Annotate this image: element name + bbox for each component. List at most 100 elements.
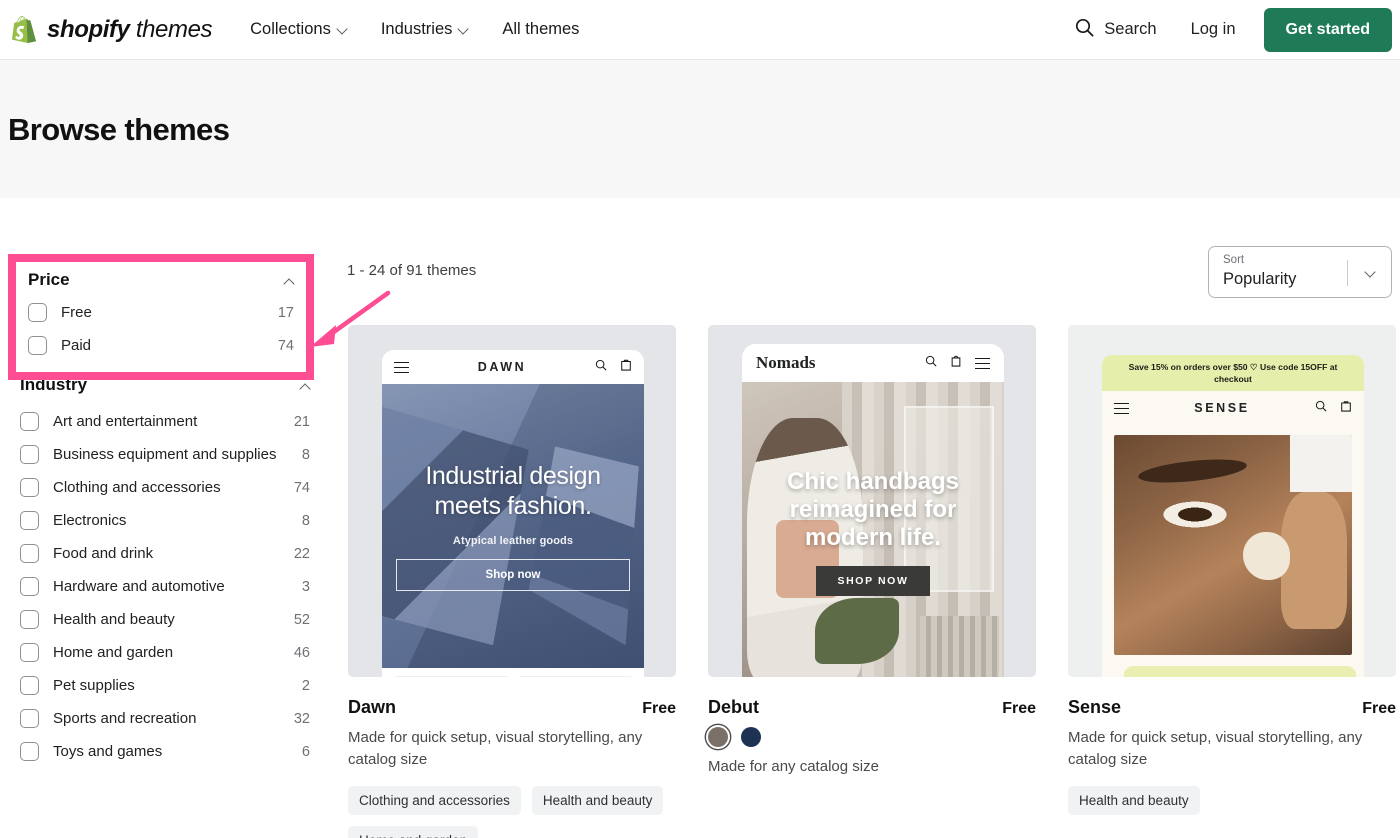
filter-option-label: Food and drink (53, 545, 154, 562)
get-started-button[interactable]: Get started (1263, 7, 1392, 52)
theme-tag[interactable]: Clothing and accessories (348, 785, 521, 815)
checkbox[interactable] (20, 742, 39, 761)
filter-option-paid[interactable]: Paid 74 (26, 329, 296, 362)
login-link[interactable]: Log in (1191, 20, 1236, 39)
hero-band: Browse themes (0, 60, 1400, 198)
theme-description: Made for quick setup, visual storytellin… (348, 729, 643, 768)
nav-label-industries: Industries (380, 20, 453, 38)
filter-option-pet-supplies[interactable]: Pet supplies 2 (18, 669, 312, 702)
preview-subhead: Atypical leather goods (452, 535, 574, 547)
theme-price: Free (1002, 700, 1036, 717)
filter-option-label: Paid (61, 337, 92, 354)
preview-phone-frame: Save 15% on orders over $50 ♡ Use code 1… (1102, 355, 1364, 677)
theme-meta-debut: Debut Free Made for any catalog size (708, 677, 1036, 778)
filter-option-health-and-beauty[interactable]: Health and beauty 52 (18, 603, 312, 636)
theme-preview-debut[interactable]: Nomads Chic handbags reimagined for mode… (708, 325, 1036, 677)
filter-option-toys-and-games[interactable]: Toys and games 6 (18, 735, 312, 768)
shopify-themes-logo[interactable]: shopify themes (10, 15, 213, 45)
filter-option-hardware-and-automotive[interactable]: Hardware and automotive 3 (18, 570, 312, 603)
theme-card-debut[interactable]: Nomads Chic handbags reimagined for mode… (708, 325, 1036, 838)
filter-option-clothing-and-accessories[interactable]: Clothing and accessories 74 (18, 471, 312, 504)
filter-option-count: 6 (301, 743, 310, 760)
results-count: 1 - 24 of 91 themes (347, 262, 477, 279)
checkbox[interactable] (28, 303, 47, 322)
filter-option-sports-and-recreation[interactable]: Sports and recreation 32 (18, 702, 312, 735)
preview-promo-banner: Save 15% on orders over $50 ♡ Use code 1… (1102, 355, 1364, 392)
theme-preview-dawn[interactable]: DAWN Industrial design meets fashion. At… (348, 325, 676, 677)
checkbox[interactable] (20, 577, 39, 596)
filter-option-count: 32 (293, 710, 310, 727)
theme-preview-sense[interactable]: Save 15% on orders over $50 ♡ Use code 1… (1068, 325, 1396, 677)
checkbox[interactable] (20, 445, 39, 464)
preview-store-icons (595, 358, 632, 376)
sort-divider (1347, 260, 1348, 286)
chevron-down-icon[interactable] (1366, 268, 1375, 277)
search-icon (925, 354, 937, 372)
page-title: Browse themes (8, 112, 230, 147)
filter-option-label: Health and beauty (53, 611, 175, 628)
nav-label-collections: Collections (250, 20, 331, 38)
filter-option-art-and-entertainment[interactable]: Art and entertainment 21 (18, 405, 312, 438)
filter-option-home-and-garden[interactable]: Home and garden 46 (18, 636, 312, 669)
filter-option-count: 3 (301, 578, 310, 595)
checkbox[interactable] (20, 412, 39, 431)
filter-option-count: 74 (277, 337, 294, 354)
filter-option-electronics[interactable]: Electronics 8 (18, 504, 312, 537)
checkbox[interactable] (28, 336, 47, 355)
hamburger-icon (394, 361, 409, 373)
filter-option-count: 8 (301, 446, 310, 463)
price-filter-header[interactable]: Price (26, 262, 296, 296)
theme-price: Free (1362, 700, 1396, 717)
preview-store-name: SENSE (1194, 401, 1250, 416)
hamburger-icon (1114, 402, 1129, 414)
checkbox[interactable] (20, 610, 39, 629)
preview-hero-image: Industrial design meets fashion. Atypica… (382, 384, 644, 668)
checkbox[interactable] (20, 544, 39, 563)
filter-group-industry: Industry Art and entertainment 21 Busine… (0, 355, 330, 768)
filter-option-label: Pet supplies (53, 677, 135, 694)
nav-item-all-themes[interactable]: All themes (502, 20, 579, 39)
checkbox[interactable] (20, 643, 39, 662)
theme-tag[interactable]: Health and beauty (531, 785, 664, 815)
checkbox[interactable] (20, 709, 39, 728)
preview-hero-overlay: Industrial design meets fashion. Atypica… (382, 384, 644, 668)
chevron-up-icon (285, 276, 294, 285)
filter-option-food-and-drink[interactable]: Food and drink 22 (18, 537, 312, 570)
filter-option-label: Hardware and automotive (53, 578, 225, 595)
search-button[interactable]: Search (1075, 18, 1157, 42)
color-swatch-selected[interactable] (708, 727, 728, 747)
preview-store-name: Nomads (756, 353, 816, 372)
theme-description: Made for any catalog size (708, 758, 879, 775)
nav-item-collections[interactable]: Collections (250, 20, 347, 39)
theme-meta-dawn: Dawn Free Made for quick setup, visual s… (348, 677, 676, 838)
theme-name: Dawn (348, 697, 397, 717)
theme-card-sense[interactable]: Save 15% on orders over $50 ♡ Use code 1… (1068, 325, 1396, 838)
checkbox[interactable] (20, 511, 39, 530)
filter-option-label: Business equipment and supplies (53, 446, 277, 463)
theme-card-dawn[interactable]: DAWN Industrial design meets fashion. At… (348, 325, 676, 838)
nav-item-industries[interactable]: Industries (381, 20, 469, 39)
preview-headline: Chic handbags reimagined for modern life… (786, 468, 960, 551)
primary-nav: Collections Industries All themes (250, 20, 579, 39)
filter-option-label: Art and entertainment (53, 413, 198, 430)
theme-name: Debut (708, 697, 759, 717)
themes-main: 1 - 24 of 91 themes Sort Popularity DAWN (330, 198, 1400, 838)
filter-option-count: 52 (293, 611, 310, 628)
preview-store-header: DAWN (382, 350, 644, 384)
checkbox[interactable] (20, 478, 39, 497)
browse-themes-page: shopify themes Collections Industries Al… (0, 0, 1400, 838)
theme-tag[interactable]: Health and beauty (1068, 785, 1200, 815)
checkbox[interactable] (20, 676, 39, 695)
chevron-down-icon (459, 25, 468, 34)
sort-select[interactable]: Sort Popularity (1208, 246, 1392, 298)
search-icon (595, 358, 607, 376)
brand-bold: shopify (47, 15, 130, 43)
cart-icon (1340, 399, 1352, 417)
theme-card-grid: DAWN Industrial design meets fashion. At… (348, 325, 1396, 838)
filter-option-free[interactable]: Free 17 (26, 296, 296, 329)
filter-option-business-equipment-and-supplies[interactable]: Business equipment and supplies 8 (18, 438, 312, 471)
theme-tag[interactable]: Home and garden (348, 825, 479, 838)
color-swatch[interactable] (741, 727, 761, 747)
header-actions: Search Log in Get started (1075, 7, 1392, 52)
chevron-down-icon (338, 25, 347, 34)
